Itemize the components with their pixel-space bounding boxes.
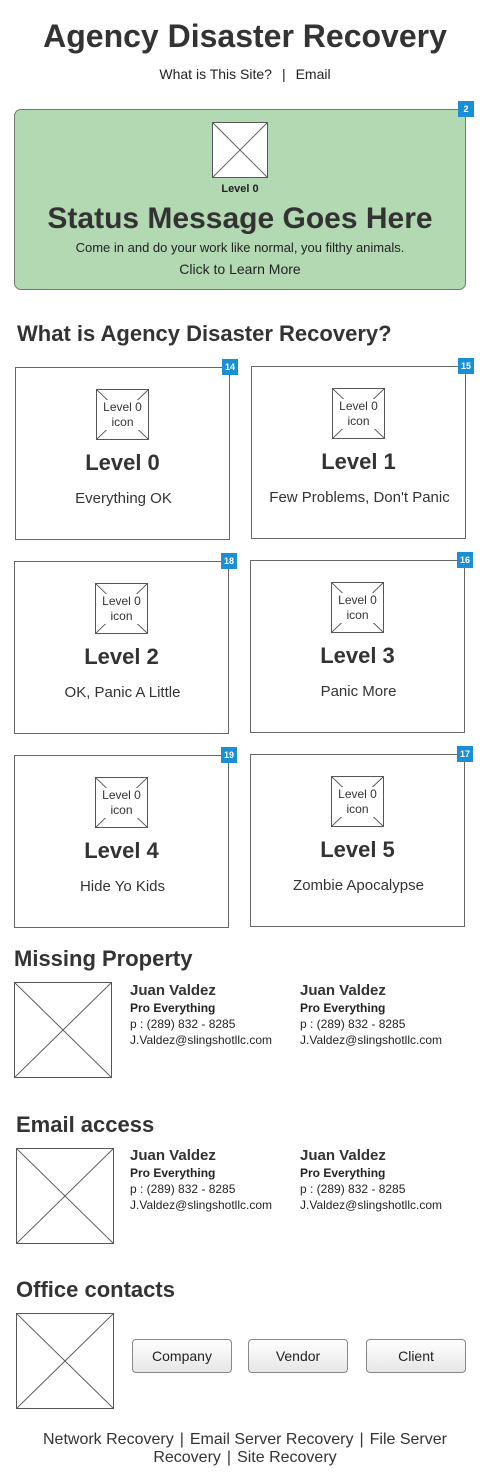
level-card-4[interactable]: Level 0 icon Level 4 Hide Yo Kids xyxy=(14,755,229,928)
status-badge: 2 xyxy=(458,101,474,117)
contact-email[interactable]: J.Valdez@slingshotllc.com xyxy=(300,1197,470,1213)
footer-link-network-recovery[interactable]: Network Recovery xyxy=(43,1431,174,1448)
level-title: Level 5 xyxy=(320,837,395,862)
level-icon-label: Level 0 icon xyxy=(97,399,148,430)
contact-role: Pro Everything xyxy=(130,1001,216,1015)
email-access-title: Email access xyxy=(16,1112,155,1137)
site-title: Agency Disaster Recovery xyxy=(43,18,447,54)
level-badge: 19 xyxy=(221,747,237,763)
level-icon-label: Level 0 icon xyxy=(332,786,383,817)
level-badge: 17 xyxy=(457,746,473,762)
email-access-image xyxy=(16,1148,114,1244)
footer-separator: | xyxy=(226,1449,232,1466)
footer-separator: | xyxy=(179,1431,184,1448)
level-description: Few Problems, Don't Panic xyxy=(269,489,450,506)
level-title: Level 1 xyxy=(321,449,396,474)
level-3-icon: Level 0 icon xyxy=(331,582,384,633)
level-badge: 15 xyxy=(458,358,474,374)
level-card-0[interactable]: Level 0 icon Level 0 Everything OK xyxy=(15,367,230,540)
level-card-1[interactable]: Level 0 icon Level 1 Few Problems, Don't… xyxy=(251,366,466,539)
contact-email[interactable]: J.Valdez@slingshotllc.com xyxy=(130,1032,300,1048)
footer-separator: | xyxy=(359,1431,364,1448)
level-1-icon: Level 0 icon xyxy=(332,388,385,439)
level-2-icon: Level 0 icon xyxy=(95,583,148,634)
image-placeholder-icon xyxy=(17,1149,113,1243)
status-banner[interactable]: Level 0 Status Message Goes Here Come in… xyxy=(14,109,466,290)
contact-name: Juan Valdez xyxy=(300,982,386,999)
contact-role: Pro Everything xyxy=(300,1166,386,1180)
footer-nav: Network Recovery | Email Server Recovery | F… xyxy=(20,1431,470,1467)
contact-name: Juan Valdez xyxy=(300,1147,386,1164)
footer-link-email-server-recovery[interactable]: Email Server Recovery xyxy=(190,1431,354,1448)
missing-property-image xyxy=(14,982,112,1078)
image-placeholder-icon xyxy=(15,983,111,1077)
level-title: Level 3 xyxy=(320,643,395,668)
image-placeholder-icon xyxy=(17,1314,113,1408)
level-description: Panic More xyxy=(320,683,397,700)
contact-email[interactable]: J.Valdez@slingshotllc.com xyxy=(130,1197,300,1213)
contact-role: Pro Everything xyxy=(130,1166,216,1180)
office-contacts-title: Office contacts xyxy=(16,1277,175,1302)
contact-card: Juan Valdez Pro Everything p : (289) 832… xyxy=(130,982,300,1048)
status-level-label: Level 0 xyxy=(221,183,259,195)
level-icon-label: Level 0 icon xyxy=(96,787,147,818)
level-description: OK, Panic A Little xyxy=(64,684,181,701)
contact-card: Juan Valdez Pro Everything p : (289) 832… xyxy=(300,982,470,1048)
contact-email[interactable]: J.Valdez@slingshotllc.com xyxy=(300,1032,470,1048)
level-badge: 18 xyxy=(221,553,237,569)
level-5-icon: Level 0 icon xyxy=(331,776,384,827)
level-title: Level 4 xyxy=(84,838,159,863)
image-placeholder-icon xyxy=(213,123,267,177)
company-button[interactable]: Company xyxy=(132,1339,232,1373)
level-badge: 14 xyxy=(222,359,238,375)
level-description: Zombie Apocalypse xyxy=(293,877,424,894)
top-nav: What is This Site? | Email xyxy=(0,66,490,82)
contact-phone: p : (289) 832 - 8285 xyxy=(130,1182,236,1196)
level-card-2[interactable]: Level 0 icon Level 2 OK, Panic A Little xyxy=(14,561,229,734)
level-title: Level 0 xyxy=(85,450,160,475)
about-section-title: What is Agency Disaster Recovery? xyxy=(17,321,392,346)
level-description: Hide Yo Kids xyxy=(79,878,166,895)
nav-link-about[interactable]: What is This Site? xyxy=(159,66,272,82)
level-card-5[interactable]: Level 0 icon Level 5 Zombie Apocalypse xyxy=(250,754,465,927)
level-icon-label: Level 0 icon xyxy=(333,398,384,429)
missing-property-title: Missing Property xyxy=(14,946,193,971)
contact-phone: p : (289) 832 - 8285 xyxy=(300,1017,406,1031)
level-card-3[interactable]: Level 0 icon Level 3 Panic More xyxy=(250,560,465,733)
level-description: Everything OK xyxy=(75,490,172,507)
level-icon-label: Level 0 icon xyxy=(332,592,383,623)
status-subtext: Come in and do your work like normal, yo… xyxy=(75,240,405,255)
contact-phone: p : (289) 832 - 8285 xyxy=(300,1182,406,1196)
nav-separator: | xyxy=(281,66,286,82)
vendor-button[interactable]: Vendor xyxy=(248,1339,348,1373)
contact-card: Juan Valdez Pro Everything p : (289) 832… xyxy=(130,1147,300,1213)
office-contacts-image xyxy=(16,1313,114,1409)
level-4-icon: Level 0 icon xyxy=(95,777,148,828)
level-title: Level 2 xyxy=(84,644,159,669)
learn-more-link[interactable]: Click to Learn More xyxy=(15,261,465,277)
contact-role: Pro Everything xyxy=(300,1001,386,1015)
level-badge: 16 xyxy=(457,552,473,568)
contact-name: Juan Valdez xyxy=(130,1147,216,1164)
nav-link-email[interactable]: Email xyxy=(296,66,331,82)
contact-name: Juan Valdez xyxy=(130,982,216,999)
client-button[interactable]: Client xyxy=(366,1339,466,1373)
footer-link-site-recovery[interactable]: Site Recovery xyxy=(237,1449,337,1466)
contact-card: Juan Valdez Pro Everything p : (289) 832… xyxy=(300,1147,470,1213)
level-icon-label: Level 0 icon xyxy=(96,593,147,624)
contact-phone: p : (289) 832 - 8285 xyxy=(130,1017,236,1031)
status-level-image xyxy=(212,122,268,178)
status-message: Status Message Goes Here xyxy=(47,202,433,235)
level-0-icon: Level 0 icon xyxy=(96,389,149,440)
